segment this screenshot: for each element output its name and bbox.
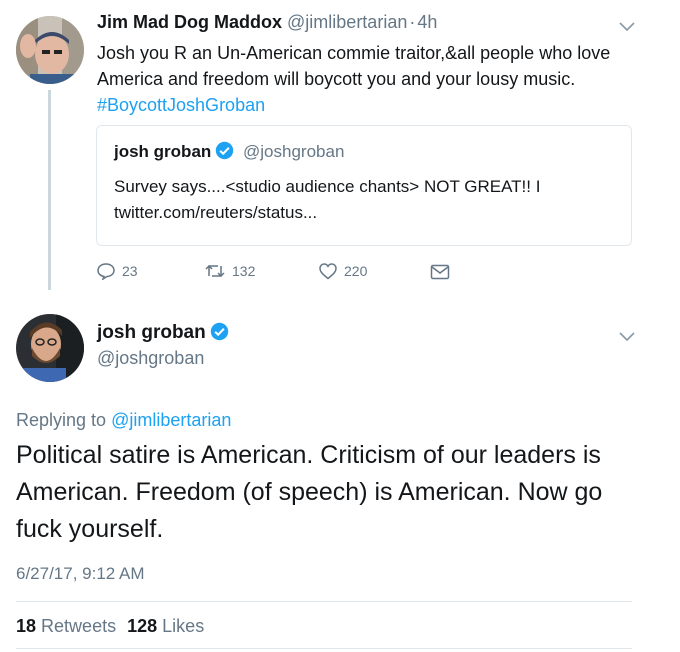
- replying-to-link[interactable]: @jimlibertarian: [111, 410, 231, 430]
- retweet-action[interactable]: 132: [204, 262, 255, 280]
- reply-icon: [97, 263, 115, 280]
- avatar-image: [16, 16, 84, 84]
- likes-label: Likes: [162, 616, 205, 636]
- hashtag-link[interactable]: #BoycottJoshGroban: [97, 95, 265, 115]
- retweets-stat[interactable]: 18 Retweets: [16, 616, 121, 636]
- chevron-down-icon[interactable]: [619, 22, 635, 32]
- reply-time[interactable]: 4h: [417, 12, 437, 32]
- retweets-label: Retweets: [41, 616, 117, 636]
- quoted-display-name: josh groban: [114, 142, 212, 161]
- quoted-tweet-card[interactable]: josh groban @joshgroban Survey says....<…: [96, 125, 632, 246]
- main-handle[interactable]: @joshgroban: [97, 348, 204, 369]
- main-display-name[interactable]: josh groban: [97, 322, 206, 343]
- verified-badge-icon: [216, 141, 234, 160]
- reply-count: 23: [122, 263, 138, 279]
- reply-display-name[interactable]: Jim Mad Dog Maddox: [97, 12, 282, 32]
- like-icon: [319, 263, 337, 280]
- thread-line: [48, 90, 51, 290]
- reply-action[interactable]: 23: [96, 262, 138, 280]
- main-display-name-row: josh groban: [97, 322, 229, 344]
- quoted-handle: @joshgroban: [243, 142, 345, 161]
- direct-message-icon[interactable]: [430, 264, 450, 280]
- likes-stat[interactable]: 128 Likes: [127, 616, 204, 636]
- quoted-text: Survey says....<studio audience chants> …: [114, 177, 541, 222]
- reply-handle[interactable]: @jimlibertarian: [287, 12, 407, 32]
- reply-tweet-text: Josh you R an Un-American commie traitor…: [97, 40, 637, 118]
- avatar-image: [16, 314, 84, 382]
- main-timestamp[interactable]: 6/27/17, 9:12 AM: [16, 564, 145, 584]
- time-separator: ·: [409, 12, 416, 32]
- divider-top: [16, 601, 632, 602]
- replying-prefix: Replying to: [16, 410, 107, 430]
- replying-to-line: Replying to @jimlibertarian: [16, 410, 231, 431]
- engagement-stats: 18 Retweets 128 Likes: [16, 616, 204, 637]
- likes-count: 128: [127, 616, 158, 636]
- verified-badge-icon: [210, 322, 228, 341]
- retweet-icon: [205, 264, 225, 278]
- reply-text: Josh you R an Un-American commie traitor…: [97, 43, 611, 89]
- chevron-down-icon[interactable]: [619, 332, 635, 342]
- quoted-header: josh groban @joshgroban: [114, 141, 344, 162]
- main-tweet-text: Political satire is American. Criticism …: [16, 441, 603, 543]
- like-action[interactable]: 220: [318, 262, 367, 280]
- divider-bottom: [16, 648, 632, 649]
- avatar-jimlibertarian[interactable]: [16, 16, 84, 84]
- retweets-count: 18: [16, 616, 37, 636]
- retweet-count: 132: [232, 263, 256, 279]
- like-count: 220: [344, 263, 368, 279]
- avatar-joshgroban[interactable]: [16, 314, 84, 382]
- reply-tweet-header: Jim Mad Dog Maddox @jimlibertarian · 4h: [97, 12, 437, 33]
